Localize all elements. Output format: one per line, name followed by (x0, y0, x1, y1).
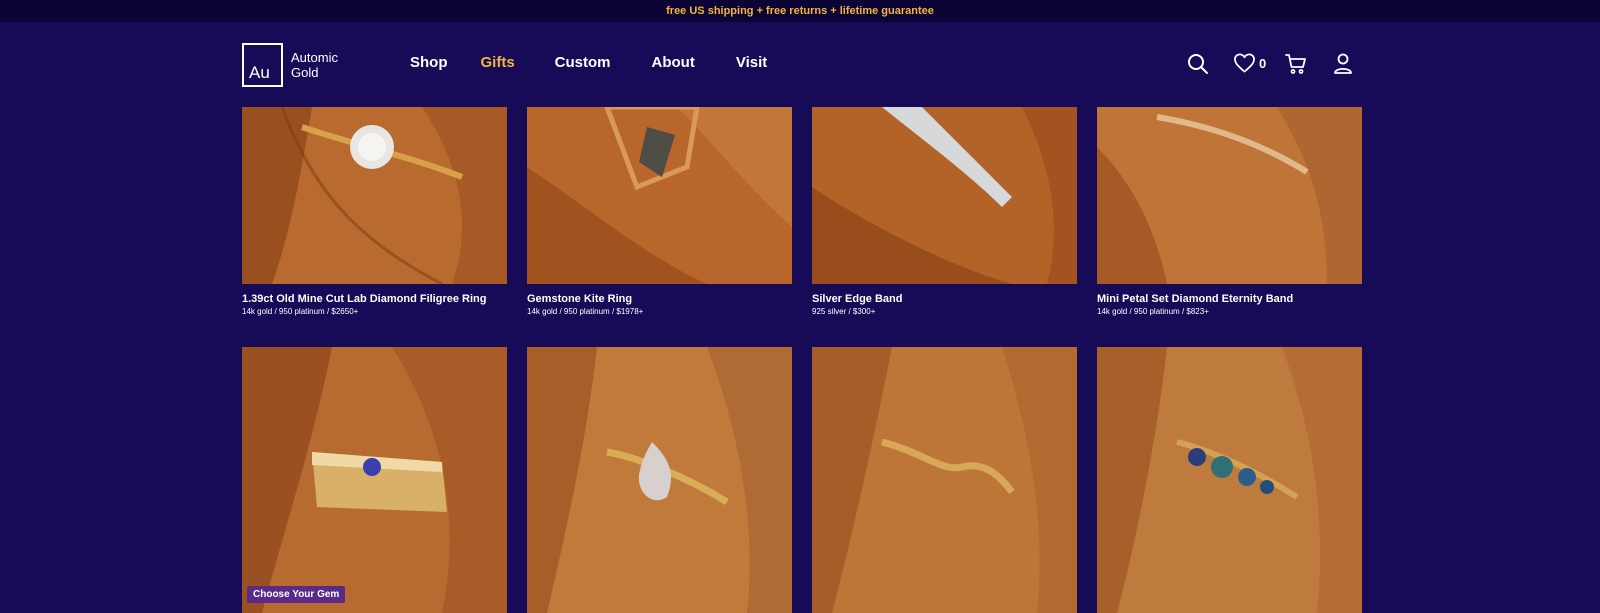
promo-text: free US shipping + free returns + lifeti… (666, 5, 934, 17)
logo-mark: Au (242, 43, 283, 87)
heart-icon (1234, 53, 1255, 73)
search-button[interactable] (1186, 52, 1210, 76)
search-icon (1188, 54, 1208, 74)
nav-item-visit[interactable]: Visit (736, 54, 767, 74)
product-meta: 14k gold / 950 platinum / $2650+ (242, 307, 359, 316)
product-card[interactable] (527, 347, 792, 613)
product-image[interactable] (242, 107, 507, 284)
main-nav: Shop Gifts Custom About Visit (410, 54, 767, 74)
promo-bar: free US shipping + free returns + lifeti… (0, 0, 1600, 22)
product-meta: 14k gold / 950 platinum / $1978+ (527, 307, 644, 316)
product-image[interactable] (1097, 347, 1362, 613)
product-image[interactable] (1097, 107, 1362, 284)
product-title[interactable]: Mini Petal Set Diamond Eternity Band (1097, 293, 1362, 305)
product-image[interactable] (812, 347, 1077, 613)
cart-icon (1285, 54, 1306, 74)
account-button[interactable] (1332, 52, 1354, 76)
nav-item-shop[interactable]: Shop (410, 54, 448, 74)
product-title[interactable]: 1.39ct Old Mine Cut Lab Diamond Filigree… (242, 293, 507, 305)
user-icon (1334, 53, 1352, 74)
choose-your-gem-badge[interactable]: Choose Your Gem (247, 586, 346, 603)
product-card[interactable]: 1.39ct Old Mine Cut Lab Diamond Filigree… (242, 107, 507, 316)
wishlist-count: 0 (1259, 55, 1267, 71)
nav-item-about[interactable]: About (652, 54, 695, 74)
product-card[interactable] (812, 347, 1077, 613)
logo[interactable]: Au Automic Gold (242, 43, 361, 87)
nav-item-gifts[interactable]: Gifts (481, 54, 515, 74)
product-meta: 925 silver / $300+ (812, 307, 876, 316)
product-image[interactable] (812, 107, 1077, 284)
product-title[interactable]: Gemstone Kite Ring (527, 293, 792, 305)
product-meta: 14k gold / 950 platinum / $823+ (1097, 307, 1209, 316)
cart-button[interactable] (1284, 52, 1308, 76)
nav-item-custom[interactable]: Custom (555, 54, 611, 74)
product-card[interactable] (1097, 347, 1362, 613)
product-image[interactable] (527, 347, 792, 613)
product-image[interactable] (527, 107, 792, 284)
product-card[interactable]: Mini Petal Set Diamond Eternity Band 14k… (1097, 107, 1362, 316)
product-title[interactable]: Silver Edge Band (812, 293, 1077, 305)
product-card[interactable]: Silver Edge Band 925 silver / $300+ (812, 107, 1077, 316)
logo-name: Automic Gold (291, 50, 361, 80)
product-card[interactable]: Choose Your Gem (242, 347, 507, 613)
logo-name-line1: Automic (291, 50, 338, 65)
logo-name-line2: Gold (291, 65, 319, 80)
wishlist-button[interactable]: 0 (1233, 52, 1266, 74)
product-card[interactable]: Gemstone Kite Ring 14k gold / 950 platin… (527, 107, 792, 316)
site-header: Au Automic Gold Shop Gifts Custom About … (0, 22, 1600, 107)
product-image[interactable]: Choose Your Gem (242, 347, 507, 613)
logo-mark-text: Au (249, 63, 270, 82)
